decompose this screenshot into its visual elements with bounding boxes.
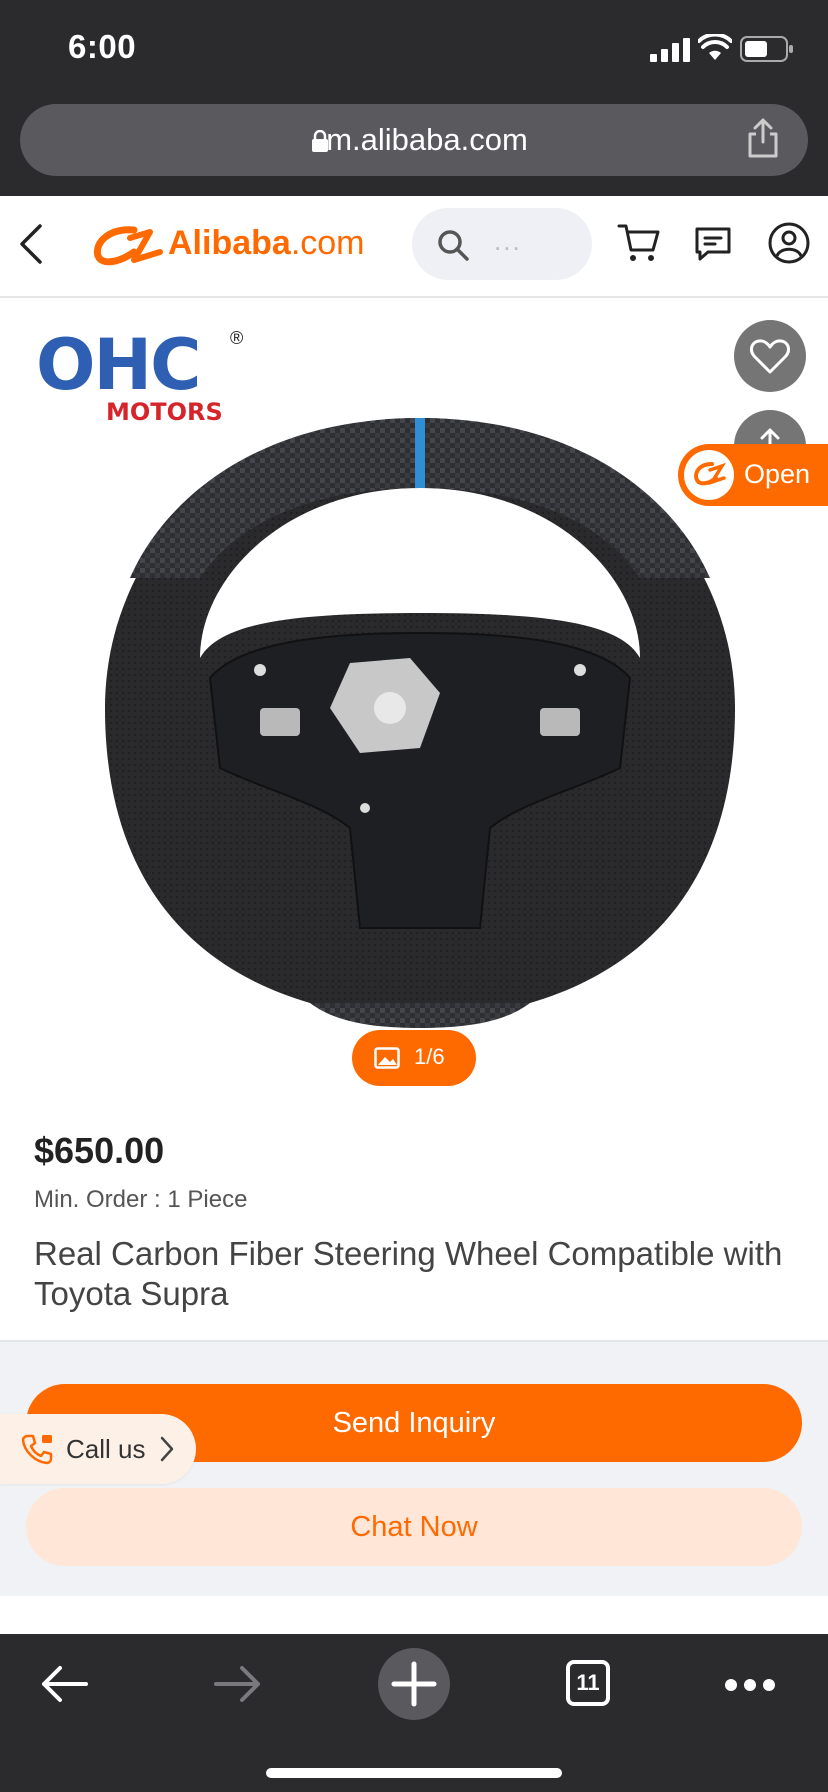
image-counter-text: 1/6 (414, 1044, 445, 1069)
search-placeholder: ... (494, 226, 522, 256)
new-tab-button[interactable] (378, 1648, 450, 1720)
call-us-label: Call us (66, 1434, 146, 1464)
open-app-button[interactable]: Open (678, 444, 828, 506)
brand-registered: ® (230, 328, 244, 348)
product-gallery[interactable]: OHC ® MOTORS Open 1/6 (0, 298, 828, 1108)
steering-wheel-image (105, 418, 735, 1028)
browser-top-chrome: 6:00 m.alibaba.com (0, 0, 828, 196)
wifi-icon (698, 34, 732, 60)
action-panel: Send Inquiry Chat Now Call us (0, 1340, 828, 1596)
product-price: $650.00 (34, 1130, 165, 1171)
browser-back-icon[interactable] (38, 1662, 90, 1706)
battery-icon (740, 36, 793, 62)
more-icon[interactable] (724, 1678, 776, 1692)
open-label: Open (744, 459, 811, 489)
phone-icon (21, 1434, 53, 1465)
search-box[interactable]: ... (412, 208, 592, 280)
message-icon[interactable] (694, 226, 732, 262)
image-counter[interactable]: 1/6 (352, 1030, 476, 1086)
logo-wordmark: Alibaba.com (168, 224, 365, 262)
site-header: Alibaba.com ... (0, 196, 828, 298)
url-text: m.alibaba.com (326, 122, 528, 157)
browser-toolbar: 11 (0, 1634, 828, 1792)
browser-forward-icon[interactable] (212, 1662, 264, 1706)
back-icon[interactable] (18, 222, 44, 266)
call-us-button[interactable]: Call us (0, 1414, 196, 1484)
tabs-icon[interactable]: 11 (566, 1660, 610, 1706)
plus-icon (391, 1661, 437, 1707)
cellular-signal-icon (650, 38, 690, 62)
favorite-button[interactable] (734, 320, 806, 392)
brand-main: OHC (36, 324, 201, 406)
product-title: Real Carbon Fiber Steering Wheel Compati… (34, 1235, 783, 1312)
address-bar[interactable]: m.alibaba.com (20, 104, 808, 176)
home-indicator (266, 1768, 562, 1778)
alibaba-app-icon (684, 450, 734, 500)
cart-icon[interactable] (617, 222, 661, 264)
user-icon[interactable] (768, 222, 810, 264)
min-order: Min. Order : 1 Piece (34, 1186, 248, 1213)
image-icon (374, 1047, 400, 1069)
alibaba-logo-mark (93, 226, 163, 266)
search-icon (438, 230, 469, 261)
alibaba-logo[interactable]: Alibaba.com (90, 216, 380, 276)
share-icon[interactable] (746, 118, 780, 158)
chat-now-button[interactable]: Chat Now (26, 1488, 802, 1566)
status-time: 6:00 (68, 28, 137, 65)
chevron-right-icon (160, 1436, 174, 1462)
heart-icon (750, 339, 790, 374)
